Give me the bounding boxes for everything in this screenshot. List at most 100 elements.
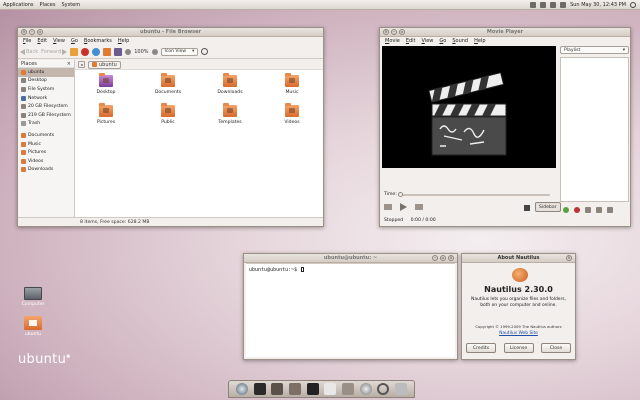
playlist-list[interactable] — [560, 57, 629, 202]
maximize-icon[interactable]: ▫ — [37, 29, 43, 35]
home-icon[interactable] — [103, 47, 112, 56]
zoom-out-icon[interactable] — [125, 48, 132, 55]
forward-button[interactable]: Forward — [41, 48, 68, 55]
folder-public[interactable]: Public — [137, 102, 199, 132]
trash-icon[interactable] — [395, 383, 408, 395]
view-mode-select[interactable]: Icon View ▾ — [160, 47, 199, 56]
applications-menu[interactable]: Applications — [0, 2, 37, 8]
move-down-icon[interactable] — [607, 207, 613, 213]
maximize-icon[interactable]: ▫ — [399, 29, 405, 35]
sidebar-item-20gb[interactable]: 20 GB Filesystem — [18, 102, 74, 111]
close-icon[interactable]: × — [67, 61, 71, 67]
sidebar-item-music[interactable]: Music — [18, 140, 74, 149]
file-manager-icon[interactable] — [271, 383, 284, 395]
previous-icon[interactable] — [384, 204, 392, 210]
playlist-select[interactable]: Playlist ▾ — [560, 46, 629, 54]
sidebar-toggle-button[interactable]: Sidebar — [535, 202, 561, 212]
sidebar-item-ubuntu[interactable]: ubuntu — [18, 68, 74, 77]
menu-go[interactable]: Go — [68, 38, 81, 44]
menu-go[interactable]: Go — [436, 38, 449, 44]
menu-sound[interactable]: Sound — [449, 38, 471, 44]
menu-movie[interactable]: Movie — [382, 38, 403, 44]
sidebar-item-file-system[interactable]: File System — [18, 85, 74, 94]
photos-icon[interactable] — [288, 383, 301, 395]
reload-icon[interactable] — [92, 47, 101, 56]
menu-help[interactable]: Help — [115, 38, 132, 44]
sidebar-item-trash[interactable]: Trash — [18, 120, 74, 129]
menu-edit[interactable]: Edit — [34, 38, 50, 44]
computer-icon[interactable] — [114, 47, 123, 56]
close-icon[interactable]: × — [21, 29, 27, 35]
terminal-icon[interactable] — [253, 383, 266, 395]
sidebar-item-documents[interactable]: Documents — [18, 131, 74, 140]
remove-icon[interactable] — [574, 207, 580, 213]
system-menu[interactable]: System — [58, 2, 83, 8]
path-button-ubuntu[interactable]: ubuntu — [88, 60, 121, 69]
places-menu[interactable]: Places — [37, 2, 59, 8]
document-icon[interactable] — [324, 383, 337, 395]
file-browser-titlebar[interactable]: × – ▫ ubuntu - File Browser — [18, 28, 323, 37]
sidebar-item-desktop[interactable]: Desktop — [18, 77, 74, 86]
zoom-in-icon[interactable] — [151, 48, 158, 55]
sidebar-item-videos[interactable]: Videos — [18, 157, 74, 166]
mail-icon[interactable] — [550, 1, 557, 8]
sidebar-item-downloads[interactable]: Downloads — [18, 166, 74, 175]
folder-templates[interactable]: Templates — [199, 102, 261, 132]
menu-file[interactable]: File — [20, 38, 34, 44]
terminal-titlebar[interactable]: ubuntu@ubuntu: ~ – ▫ × — [244, 254, 457, 263]
sidebar-item-219gb[interactable]: 219 GB Filesystem — [18, 111, 74, 120]
power-icon[interactable] — [630, 1, 636, 8]
search-icon[interactable] — [377, 383, 390, 395]
website-link[interactable]: Nautilus Web Site — [462, 331, 575, 336]
close-icon[interactable]: × — [448, 255, 454, 261]
folder-music[interactable]: Music — [261, 72, 323, 102]
location-toggle-button[interactable]: ◂ — [78, 61, 85, 68]
video-area[interactable] — [382, 46, 556, 168]
folder-videos[interactable]: Videos — [261, 102, 323, 132]
search-icon[interactable] — [201, 48, 209, 55]
minimize-icon[interactable]: – — [29, 29, 35, 35]
volume-icon[interactable] — [560, 1, 567, 8]
folder-desktop[interactable]: Desktop — [75, 72, 137, 102]
file-view[interactable]: ◂ ubuntu Desktop Documents Downloads Mus… — [75, 60, 323, 218]
terminal-body[interactable]: ubuntu@ubuntu:~$ — [246, 263, 455, 357]
menu-view[interactable]: View — [50, 38, 68, 44]
minimize-icon[interactable]: – — [391, 29, 397, 35]
calendar-icon[interactable] — [341, 383, 354, 395]
settings-icon[interactable] — [359, 383, 372, 395]
stop-icon[interactable] — [81, 47, 90, 56]
minimize-icon[interactable]: – — [432, 255, 438, 261]
maximize-icon[interactable]: ▫ — [440, 255, 446, 261]
save-icon[interactable] — [585, 207, 591, 213]
clock[interactable]: Sun May 30, 12:43 PM — [570, 2, 626, 8]
close-button[interactable]: Close — [541, 343, 571, 353]
desktop-icon-computer[interactable]: Computer — [16, 287, 50, 307]
desktop-icon-home[interactable]: ubuntu — [16, 316, 50, 337]
next-icon[interactable] — [415, 204, 423, 210]
movie-player-titlebar[interactable]: × – ▫ Movie Player — [380, 28, 630, 37]
play-icon[interactable] — [400, 203, 407, 211]
about-titlebar[interactable]: About Nautilus × — [462, 254, 575, 263]
network-icon[interactable] — [540, 1, 547, 8]
close-icon[interactable]: × — [383, 29, 389, 35]
folder-downloads[interactable]: Downloads — [199, 72, 261, 102]
folder-documents[interactable]: Documents — [137, 72, 199, 102]
seek-slider[interactable] — [398, 192, 550, 197]
seek-handle[interactable] — [398, 192, 403, 197]
menu-help[interactable]: Help — [471, 38, 488, 44]
back-button[interactable]: Back — [20, 48, 38, 55]
folder-pictures[interactable]: Pictures — [75, 102, 137, 132]
menu-view[interactable]: View — [419, 38, 437, 44]
bluetooth-icon[interactable] — [530, 1, 537, 8]
browser-icon[interactable] — [235, 383, 248, 395]
add-icon[interactable] — [563, 207, 569, 213]
close-icon[interactable]: × — [566, 255, 572, 261]
credits-button[interactable]: Credits — [466, 343, 496, 353]
volume-icon[interactable] — [524, 205, 530, 211]
sidebar-item-pictures[interactable]: Pictures — [18, 148, 74, 157]
sidebar-item-network[interactable]: Network — [18, 94, 74, 103]
menu-bookmarks[interactable]: Bookmarks — [81, 38, 115, 44]
up-icon[interactable] — [70, 47, 79, 56]
menu-edit[interactable]: Edit — [403, 38, 419, 44]
license-button[interactable]: License — [503, 343, 534, 353]
